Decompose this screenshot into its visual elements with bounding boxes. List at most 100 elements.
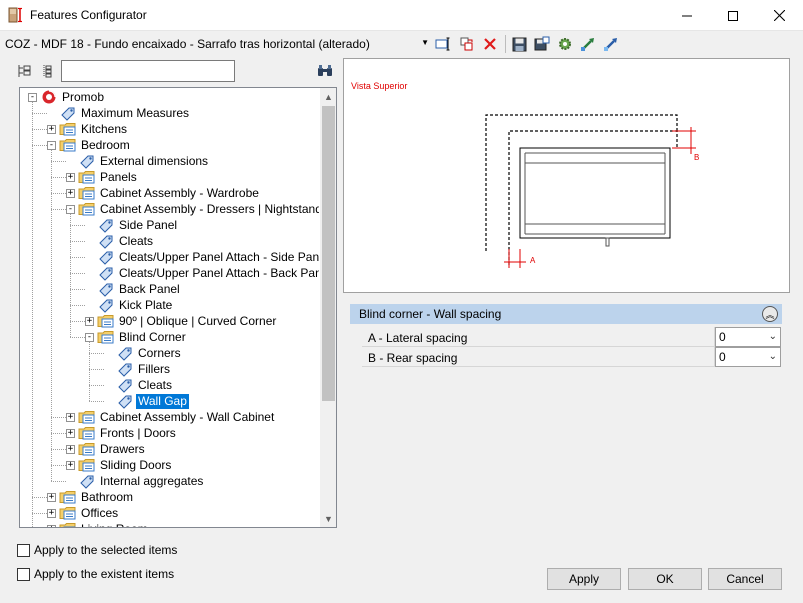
expand-icon[interactable]: +: [66, 445, 75, 454]
expand-icon[interactable]: +: [47, 125, 56, 134]
tree-connector: [89, 369, 104, 370]
tree-node[interactable]: Corners: [116, 345, 183, 361]
tree-node[interactable]: Bedroom: [59, 137, 132, 153]
feature-tree[interactable]: Promob - Maximum Measures Kitchens + Bedroom -…: [19, 87, 337, 528]
tree-node[interactable]: Cabinet Assembly - Wall Cabinet: [78, 409, 276, 425]
apply-existent-checkbox[interactable]: Apply to the existent items: [17, 566, 174, 582]
tree-node[interactable]: Cabinet Assembly - Dressers | Nightstand…: [78, 201, 319, 217]
delete-icon[interactable]: [481, 35, 499, 53]
expand-icon[interactable]: +: [66, 413, 75, 422]
expand-icon[interactable]: +: [47, 493, 56, 502]
collapse-node-icon[interactable]: -: [28, 93, 37, 102]
collapse-node-icon[interactable]: -: [66, 205, 75, 214]
save-icon[interactable]: [510, 35, 528, 53]
lateral-spacing-select[interactable]: 0 ⌄: [715, 327, 781, 347]
tree-node[interactable]: Cleats: [97, 233, 155, 249]
expand-icon[interactable]: +: [66, 429, 75, 438]
tree-expand-icon[interactable]: [16, 63, 32, 79]
tree-node[interactable]: Bathroom: [59, 489, 135, 505]
expand-icon[interactable]: +: [47, 509, 56, 518]
tree-node-label: Panels: [100, 169, 137, 184]
tree-node[interactable]: Blind Corner: [97, 329, 188, 345]
dropdown-arrow-icon: ▼: [421, 38, 429, 47]
folder-icon: [59, 121, 77, 137]
tree-scrollbar[interactable]: ▲ ▼: [319, 88, 336, 527]
tree-node[interactable]: Wall Gap: [116, 393, 189, 409]
folder-icon: [97, 329, 115, 345]
expand-icon[interactable]: +: [66, 189, 75, 198]
tree-node[interactable]: Side Panel: [97, 217, 179, 233]
tree-node[interactable]: External dimensions: [78, 153, 210, 169]
save-as-icon[interactable]: [533, 35, 551, 53]
tree-search-input[interactable]: [61, 60, 235, 82]
tree-node[interactable]: Offices: [59, 505, 120, 521]
tree-node[interactable]: Cleats: [116, 377, 174, 393]
tag-icon: [97, 297, 115, 313]
tree-node[interactable]: Maximum Measures: [59, 105, 191, 121]
maximize-button[interactable]: [710, 0, 756, 31]
close-button[interactable]: [756, 0, 802, 31]
configuration-select[interactable]: COZ - MDF 18 - Fundo encaixado - Sarrafo…: [5, 34, 431, 54]
ok-button[interactable]: OK: [628, 568, 702, 590]
tree-connector: [51, 433, 66, 434]
tree-node[interactable]: Drawers: [78, 441, 147, 457]
settings-icon[interactable]: [556, 35, 574, 53]
preview-panel: Vista Superior A B: [343, 58, 790, 293]
scroll-thumb[interactable]: [322, 106, 335, 401]
chevron-down-icon: ⌄: [768, 331, 777, 342]
collapse-node-icon[interactable]: -: [47, 141, 56, 150]
tree-node-label: Cabinet Assembly - Wall Cabinet: [100, 409, 275, 424]
tree-node-label: Cleats/Upper Panel Attach - Back Panel: [119, 265, 319, 280]
tree-node[interactable]: Sliding Doors: [78, 457, 173, 473]
tree-node[interactable]: Promob: [40, 89, 106, 105]
minimize-button[interactable]: [664, 0, 710, 31]
expand-icon[interactable]: +: [47, 525, 56, 527]
scroll-down-icon[interactable]: ▼: [320, 510, 336, 527]
tree-connector: [32, 497, 47, 498]
apply-button[interactable]: Apply: [547, 568, 621, 590]
tree-node[interactable]: Kick Plate: [97, 297, 174, 313]
tree-collapse-icon[interactable]: [39, 63, 55, 79]
export-arrow-icon[interactable]: [602, 35, 620, 53]
tag-icon: [97, 217, 115, 233]
collapse-node-icon[interactable]: -: [85, 333, 94, 342]
tree-node[interactable]: Cleats/Upper Panel Attach - Side Panel: [97, 249, 319, 265]
rename-icon[interactable]: [434, 35, 452, 53]
cancel-button[interactable]: Cancel: [708, 568, 782, 590]
expand-icon[interactable]: +: [66, 173, 75, 182]
tree-node[interactable]: 90º | Oblique | Curved Corner: [97, 313, 278, 329]
apply-selected-checkbox[interactable]: Apply to the selected items: [17, 542, 177, 558]
binoculars-icon[interactable]: [317, 63, 333, 79]
tree-node-label: Sliding Doors: [100, 457, 172, 472]
tree-node[interactable]: Kitchens: [59, 121, 129, 137]
tag-icon: [59, 105, 77, 121]
expand-icon[interactable]: +: [85, 317, 94, 326]
tree-node-label: Living Room: [79, 522, 150, 528]
tree-node-label: Cleats: [138, 377, 173, 392]
tree-node[interactable]: Living Room: [59, 521, 150, 527]
collapse-icon[interactable]: ︽: [762, 306, 778, 322]
tree-node-label: Cabinet Assembly - Wardrobe: [100, 185, 259, 200]
tree-node[interactable]: Fillers: [116, 361, 172, 377]
tree-node[interactable]: Cabinet Assembly - Wardrobe: [78, 185, 261, 201]
tree-node[interactable]: Panels: [78, 169, 139, 185]
checkbox-box[interactable]: [17, 543, 30, 557]
tree-node[interactable]: Internal aggregates: [78, 473, 205, 489]
tree-node-label: Promob: [62, 89, 105, 104]
export-icon[interactable]: [458, 35, 476, 53]
tree-node[interactable]: Cleats/Upper Panel Attach - Back Panel: [97, 265, 319, 281]
import-icon[interactable]: [579, 35, 597, 53]
expand-icon[interactable]: +: [66, 461, 75, 470]
folder-icon: [78, 185, 96, 201]
tree-node[interactable]: Back Panel: [97, 281, 182, 297]
rear-spacing-select[interactable]: 0 ⌄: [715, 347, 781, 367]
tag-icon: [116, 393, 134, 409]
property-section-header[interactable]: Blind corner - Wall spacing ︽: [350, 304, 782, 324]
scroll-up-icon[interactable]: ▲: [320, 88, 336, 105]
folder-icon: [59, 505, 77, 521]
folder-icon: [78, 169, 96, 185]
checkbox-box[interactable]: [17, 567, 30, 581]
toolbar: COZ - MDF 18 - Fundo encaixado - Sarrafo…: [0, 31, 803, 57]
tree-node[interactable]: Fronts | Doors: [78, 425, 178, 441]
tree-connector: [32, 129, 47, 130]
